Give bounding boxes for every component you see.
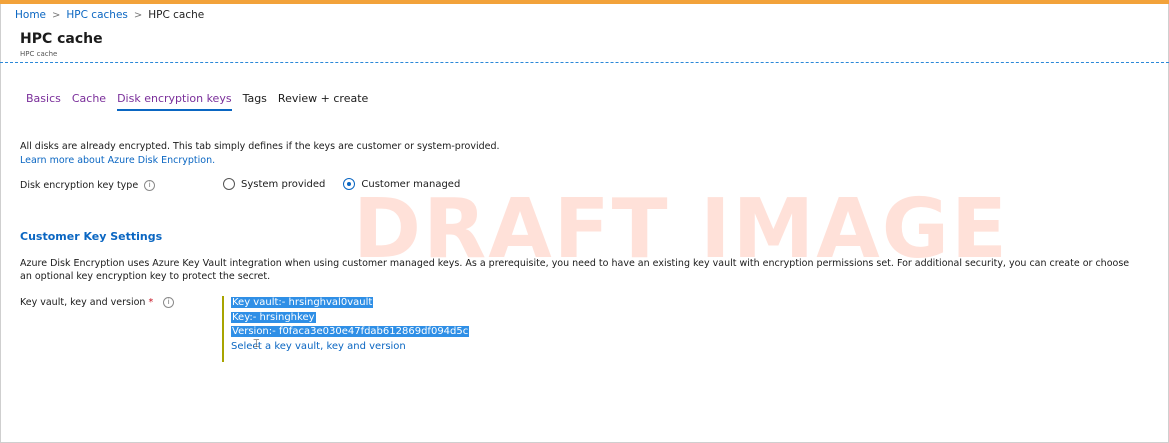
radio-system-provided-label: System provided	[241, 178, 326, 190]
text-cursor-icon: ⌶	[253, 337, 260, 350]
required-asterisk: *	[148, 297, 154, 308]
info-icon[interactable]: i	[163, 297, 175, 308]
learn-more-link[interactable]: Learn more about Azure Disk Encryption.	[20, 154, 500, 168]
breadcrumb-home-link[interactable]: Home	[15, 9, 46, 21]
key-type-label: Disk encryption key type	[20, 180, 139, 191]
breadcrumb: Home > HPC caches > HPC cache	[15, 9, 204, 21]
tab-disk-encryption-keys[interactable]: Disk encryption keys	[117, 92, 232, 111]
intro-text-block: All disks are already encrypted. This ta…	[20, 140, 500, 168]
breadcrumb-current: HPC cache	[148, 9, 205, 21]
tab-cache[interactable]: Cache	[72, 92, 106, 111]
page-subtitle: HPC cache	[20, 50, 58, 58]
key-vault-label: Key vault, key and version *	[20, 297, 154, 308]
select-key-vault-link[interactable]: Select a key vault, key and version	[231, 340, 469, 355]
key-vault-value: Key vault:- hrsinghval0vault	[231, 297, 374, 308]
key-vault-label-row: Key vault, key and version * i	[20, 297, 175, 308]
tab-basics[interactable]: Basics	[26, 92, 61, 111]
intro-text: All disks are already encrypted. This ta…	[20, 141, 500, 152]
header-divider	[0, 62, 1169, 63]
tab-bar: Basics Cache Disk encryption keys Tags R…	[26, 92, 379, 111]
tab-tags[interactable]: Tags	[243, 92, 267, 111]
top-accent-bar	[0, 0, 1169, 4]
breadcrumb-hpc-caches-link[interactable]: HPC caches	[66, 9, 127, 21]
radio-unchecked-icon[interactable]	[223, 178, 235, 190]
page-title: HPC cache	[20, 31, 103, 47]
customer-key-settings-heading: Customer Key Settings	[20, 230, 163, 243]
customer-key-description: Azure Disk Encryption uses Azure Key Vau…	[20, 258, 1130, 282]
key-type-label-row: Disk encryption key type i	[20, 180, 156, 191]
version-value: Version:- f0faca3e030e47fdab612869df094d…	[231, 326, 470, 337]
tab-review-create[interactable]: Review + create	[278, 92, 368, 111]
radio-system-provided[interactable]: System provided	[223, 178, 325, 190]
info-icon[interactable]: i	[144, 180, 156, 191]
key-value: Key:- hrsinghkey	[231, 311, 316, 323]
chevron-right-icon: >	[133, 9, 143, 21]
chevron-right-icon: >	[52, 9, 61, 21]
key-vault-selection: Key vault:- hrsinghval0vault Key:- hrsin…	[222, 296, 470, 362]
